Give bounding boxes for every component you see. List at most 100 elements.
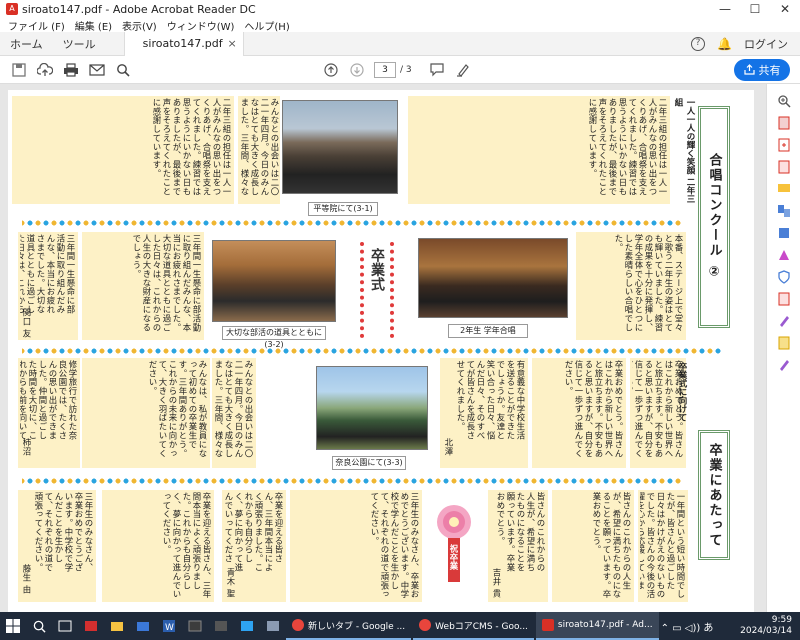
next-page-icon[interactable] [344, 59, 370, 81]
menu-window[interactable]: ウィンドウ(W) [167, 18, 235, 33]
organize-pages-icon[interactable] [767, 200, 800, 222]
menu-edit[interactable]: 編集 (E) [75, 18, 112, 33]
article-block: 本番、ステージ上で堂々と歌う二年生の姿はとても輝いていました。練習の成果を十分に… [576, 232, 686, 340]
taskbar-acrobat[interactable]: siroato147.pdf - Ad... [535, 612, 659, 640]
article-text: 皆さんのこれからの人生が、希望に満ちたものになることを願っています。卒業おめでと… [496, 492, 546, 572]
system-tray-icons[interactable]: ⌃ ▭ ◁)) あ [661, 619, 714, 634]
badge-label: 祝卒業 [449, 544, 459, 571]
author-name: 関口 友梨子 [22, 308, 32, 338]
edit-pdf-icon[interactable] [767, 156, 800, 178]
share-button[interactable]: 共有 [734, 58, 790, 81]
article-text: 一年間という短い時間でしたが、皆さんと過ごした日々はかけがえのないものでした。皆… [640, 492, 686, 599]
toolbar: 3 / 3 共有 [0, 56, 800, 84]
combine-files-icon[interactable] [767, 222, 800, 244]
section-title: 卒業式に向けて [677, 362, 687, 422]
graduation-flower-badge: 祝卒業 [434, 502, 474, 592]
menu-file[interactable]: ファイル (F) [8, 18, 65, 33]
document-viewport[interactable]: 二年三組の担任は一人一人がみんなの思い出をつくりあげ、合唱祭を支えてくれました。… [0, 84, 766, 612]
article-block: 一年間という短い時間でしたが、皆さんと過ごした日々はかけがえのないものでした。皆… [638, 490, 688, 602]
login-button[interactable]: ログイン [744, 36, 788, 52]
close-tab-icon[interactable]: × [227, 37, 236, 50]
grade2-chorus-photo [418, 238, 568, 318]
tab-bar: ホーム ツール siroato147.pdf × ? 🔔 ログイン [0, 31, 800, 56]
taskbar-chrome-cms[interactable]: WebコアCMS - Goo... [413, 612, 534, 640]
club-equipment-photo [212, 240, 336, 322]
headline-chorus-contest: 合唱コンクール ② [698, 106, 730, 328]
article-text: 有意義な中学校生活を送ることができたでしょうか。友達と笑い合った日々、悩んだ日々… [456, 360, 526, 441]
explorer-icon[interactable] [104, 612, 130, 640]
article-block: 有意義な中学校生活を送ることができたでしょうか。友達と笑い合った日々、悩んだ日々… [440, 358, 528, 468]
dot-divider [22, 220, 682, 226]
clock-time: 9:59 [771, 615, 792, 625]
word-icon[interactable]: W [156, 612, 182, 640]
store-icon[interactable] [234, 612, 260, 640]
close-window-button[interactable]: ✕ [770, 0, 800, 18]
tab-document[interactable]: siroato147.pdf × [123, 31, 244, 56]
menu-bar: ファイル (F) 編集 (E) 表示(V) ウィンドウ(W) ヘルプ(H) [0, 18, 800, 33]
article-text: みんなは、私が教員になって初めての卒業生です。三年間ありがとう。これからの未来に… [148, 360, 208, 458]
protect-icon[interactable] [767, 266, 800, 288]
print-icon[interactable] [58, 59, 84, 81]
create-pdf-icon[interactable] [767, 134, 800, 156]
minimize-button[interactable]: — [710, 0, 740, 18]
fill-sign-icon[interactable] [767, 310, 800, 332]
document-tab-label: siroato147.pdf [142, 37, 223, 50]
article-block: 三年生のみなさん、卒業おめでとうございます。中学校で学んだことを生かして、それぞ… [290, 490, 422, 602]
comment-icon[interactable] [424, 59, 450, 81]
article-text: みんなとの出会いは二〇二一年四月。今日のみんなはとても大きく成長しました。三年間… [214, 360, 254, 458]
page-total: / 3 [400, 64, 412, 75]
optimize-pdf-icon[interactable] [767, 288, 800, 310]
share-label: 共有 [758, 63, 781, 77]
task-view-icon[interactable] [52, 612, 78, 640]
acrobat-logo-icon: A [6, 3, 18, 15]
mail-icon[interactable] [130, 612, 156, 640]
article-block: 三年生のみなさん、卒業おめでとうございます。中学校で学んだことを生かして、それぞ… [18, 490, 96, 602]
photos-icon[interactable] [260, 612, 286, 640]
article-text: みんなとの出会いは二〇二一年四月。今日のみんなはとても大きく成長しました。三年間… [240, 98, 280, 196]
menu-help[interactable]: ヘルプ(H) [244, 18, 289, 33]
caption-nara: 奈良公園にて(3-3) [332, 456, 406, 470]
clock-date: 2024/03/14 [740, 626, 792, 636]
upload-cloud-icon[interactable] [32, 59, 58, 81]
group-photo-byodoin [282, 100, 398, 194]
dot-divider [22, 478, 682, 484]
send-review-icon[interactable] [767, 332, 800, 354]
terminal-icon[interactable] [182, 612, 208, 640]
menu-view[interactable]: 表示(V) [122, 18, 157, 33]
taskbar-chrome-newtab[interactable]: 新しいタブ - Google ... [286, 612, 412, 640]
help-icon[interactable]: ? [691, 36, 706, 51]
article-text: 本番、ステージ上で堂々と歌う二年生の姿はとても輝いていました。練習の成果を十分に… [614, 234, 684, 332]
tab-home[interactable]: ホーム [0, 36, 53, 52]
zoom-icon[interactable] [767, 90, 800, 112]
article-block: 修学旅行で訪れた奈良公園では、たくさんの思い出ができました。仲間と過ごした時間を… [18, 358, 80, 468]
settings-app-icon[interactable] [208, 612, 234, 640]
article-text: 三年間一生懸命に部活動に取り組んだみんな、本当にお疲れさまでした。大切な道具とと… [20, 234, 76, 314]
article-block: 卒業を迎える皆さん、三年間本当によく頑張りました。これからも自分らしく、夢に向か… [102, 490, 214, 602]
windows-start-icon[interactable] [0, 612, 26, 640]
article-block: みんなは、私が教員になって初めての卒業生です。三年間ありがとう。これからの未来に… [82, 358, 210, 468]
title-bar: A siroato147.pdf - Adobe Acrobat Reader … [0, 0, 800, 18]
comment-tool-icon[interactable] [767, 178, 800, 200]
save-icon[interactable] [6, 59, 32, 81]
taskbar-clock[interactable]: 9:59 2024/03/14 [740, 615, 800, 637]
email-icon[interactable] [84, 59, 110, 81]
redact-icon[interactable] [767, 244, 800, 266]
export-pdf-icon[interactable] [767, 112, 800, 134]
search-icon[interactable] [110, 59, 136, 81]
pen-sign-icon[interactable] [450, 59, 476, 81]
article-text: 三年生のみなさん、卒業おめでとうございます。中学校で学んだことを生かして、それぞ… [34, 492, 94, 572]
nara-park-photo [316, 366, 428, 450]
article-block: 二年三組の担任は一人一人がみんなの思い出をつくりあげ、合唱祭を支えてくれました。… [408, 96, 670, 204]
tab-tools[interactable]: ツール [53, 36, 106, 52]
maximize-button[interactable]: ☐ [740, 0, 770, 18]
search-icon[interactable] [26, 612, 52, 640]
previous-page-icon[interactable] [318, 59, 344, 81]
article-block: みんなとの出会いは二〇二一年四月。今日のみんなはとても大きく成長しました。三年間… [238, 96, 280, 204]
bell-icon[interactable]: 🔔 [717, 37, 732, 51]
article-text: 二年三組の担任は一人一人がみんなの思い出をつくりあげ、合唱祭を支えてくれました。… [152, 98, 232, 196]
chrome-icon [292, 619, 304, 631]
red-app-icon[interactable] [78, 612, 104, 640]
page-number-input[interactable]: 3 [374, 61, 396, 78]
article-block: 三年間一生懸命に部活動に取り組んだみんな、本当にお疲れさまでした。大切な道具とと… [82, 232, 204, 340]
more-tools-icon[interactable] [767, 354, 800, 376]
